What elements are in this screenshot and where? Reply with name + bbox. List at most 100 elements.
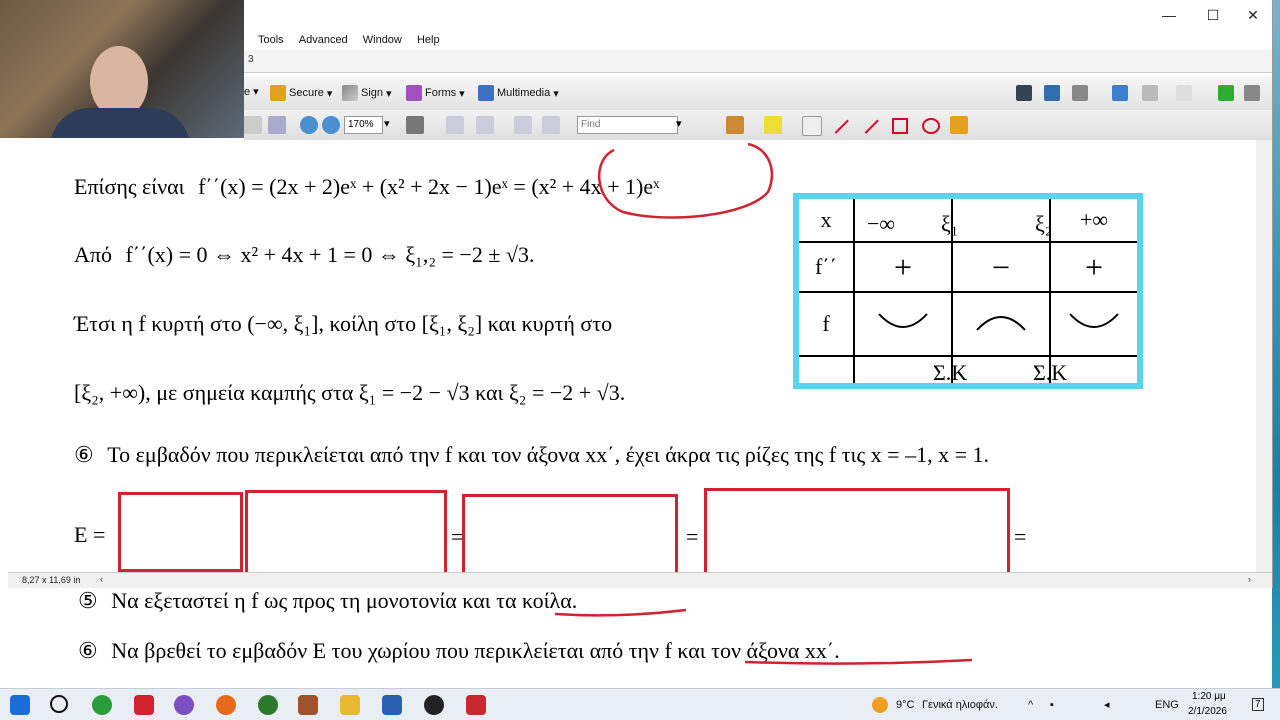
secure-menu[interactable]: Secure ▾ [270,85,332,101]
notifications-badge[interactable]: 7 [1252,698,1264,711]
text-box-icon[interactable] [802,116,822,136]
create-menu[interactable]: e ▾ [244,85,259,99]
close-button[interactable]: ✕ [1230,0,1276,30]
sign-table-cell: f [795,291,855,357]
firefox-icon[interactable] [216,695,236,715]
sign-table-cell: x [795,195,855,243]
chevron-up-icon[interactable]: ^ [1028,689,1033,720]
app-icon[interactable] [134,695,154,715]
viber-icon[interactable] [174,695,194,715]
search-icon[interactable] [50,695,68,713]
menu-advanced[interactable]: Advanced [299,30,348,50]
concave-arc [951,291,1051,357]
hand-tool-icon[interactable] [1072,85,1088,101]
pencil-tool-icon[interactable] [950,116,968,134]
camera-icon[interactable] [406,116,424,134]
zoom-tool-icon[interactable] [268,116,286,134]
zoom-in-icon[interactable] [322,116,340,134]
sign-table: x −∞ ξ₁ ξ₂ +∞ f΄΄ + − + f Σ.Κ Σ.Κ [793,193,1143,389]
file-explorer-icon[interactable] [340,695,360,715]
presenter-shirt [50,108,190,138]
scroll-left-icon[interactable]: ‹ [100,574,103,584]
tab-bar: 3 [244,50,1272,73]
page-layout-2-icon[interactable] [542,116,560,134]
webcam-overlay [0,0,244,138]
zoom-out-icon[interactable] [300,116,318,134]
app-icon[interactable] [298,695,318,715]
page-layout-icon[interactable] [514,116,532,134]
clock-date[interactable]: 2/1/2026 [1188,706,1227,717]
torrent-app-icon[interactable] [92,695,112,715]
convex-arc [853,291,953,357]
pen-icon [342,85,358,101]
menu-bar: Tools Advanced Window Help [244,30,1272,50]
sign-menu[interactable]: Sign ▾ [342,85,392,101]
weather-temp[interactable]: 9°C [896,689,914,720]
clock-time[interactable]: 1:20 μμ [1192,691,1226,702]
find-dropdown-icon[interactable]: ▾ [676,117,682,130]
handwritten-underlines [554,608,973,665]
full-screen-icon[interactable] [476,116,494,134]
redo-icon[interactable] [1142,85,1158,101]
line-tool-icon[interactable] [863,118,879,134]
volume-icon[interactable]: ◂ [1104,689,1110,720]
oval-tool-icon[interactable] [922,118,940,134]
vertical-scrollbar[interactable] [1256,140,1272,572]
sign-table-cell: ξ₂ [1035,211,1053,236]
scroll-right-icon[interactable]: › [1248,574,1251,584]
menu-window[interactable]: Window [363,30,402,50]
task-toolbar: e ▾ Secure ▾ Sign ▾ Forms ▾ Multimedia ▾ [244,76,1272,111]
fit-page-icon[interactable] [446,116,464,134]
menu-tools[interactable]: Tools [258,30,284,50]
audio-icon[interactable] [1244,85,1260,101]
dropdown-arrow-icon: ▾ [326,87,333,100]
tab-label[interactable]: 3 [248,54,254,65]
word-icon[interactable] [382,695,402,715]
sign-table-cell: + [1049,241,1141,293]
start-icon[interactable] [10,695,30,715]
forms-menu[interactable]: Forms ▾ [406,85,465,101]
language-indicator[interactable]: ENG [1155,689,1179,720]
network-icon[interactable]: ▪ [1050,689,1054,720]
sign-table-cell: f΄΄ [795,241,855,293]
dropdown-arrow-icon: ▾ [386,87,392,100]
comment-icon[interactable] [764,116,782,134]
lock-icon [270,85,286,101]
dropdown-arrow-icon: ▾ [459,87,465,100]
minimize-button[interactable]: — [1146,0,1192,30]
sign-table-cell: + [853,241,953,293]
zoom-level-field[interactable]: 170% [344,116,383,134]
globe-app-icon[interactable] [258,695,278,715]
snapshot-tool-icon[interactable] [1044,85,1060,101]
zoom-dropdown-icon[interactable]: ▾ [384,117,390,130]
dropdown-arrow-icon: ▾ [553,87,559,100]
page-icon[interactable] [1176,85,1192,101]
forms-icon [406,85,422,101]
convex-arc [1049,291,1141,357]
adobe-reader-icon[interactable] [466,695,486,715]
select-tool-icon[interactable] [1016,85,1032,101]
inflection-label: Σ.Κ [1033,360,1068,385]
undo-icon[interactable] [1112,85,1128,101]
rectangle-tool-icon[interactable] [892,118,908,134]
multimedia-menu[interactable]: Multimedia ▾ [478,85,559,101]
navigation-toolbar: 170% ▾ Find ▾ [244,110,1272,141]
hand-icon[interactable] [244,116,262,134]
share-icon[interactable] [1218,85,1234,101]
page-size-label: 8,27 x 11,69 in [22,575,81,585]
sign-table-cell: +∞ [1049,195,1141,243]
status-bar: 8,27 x 11,69 in ‹ › [8,572,1272,589]
stamp-icon[interactable] [726,116,744,134]
find-input[interactable]: Find [577,116,678,134]
sign-table-cell: −∞ [867,211,896,236]
sign-table-cell: − [951,241,1051,293]
app-icon[interactable] [424,695,444,715]
background-document: ⑤ Να εξεταστεί η f ως προς τη μονοτονία … [0,588,1272,688]
weather-text[interactable]: Γενικά ηλιοφάν. [922,689,998,720]
weather-icon[interactable] [872,697,888,713]
dropdown-arrow-icon: ▾ [253,86,259,98]
windows-taskbar: 9°C Γενικά ηλιοφάν. ^ ▪ ◂ ENG 1:20 μμ 2/… [0,688,1280,720]
arrow-tool-icon[interactable] [833,118,849,134]
menu-help[interactable]: Help [417,30,440,50]
multimedia-icon [478,85,494,101]
